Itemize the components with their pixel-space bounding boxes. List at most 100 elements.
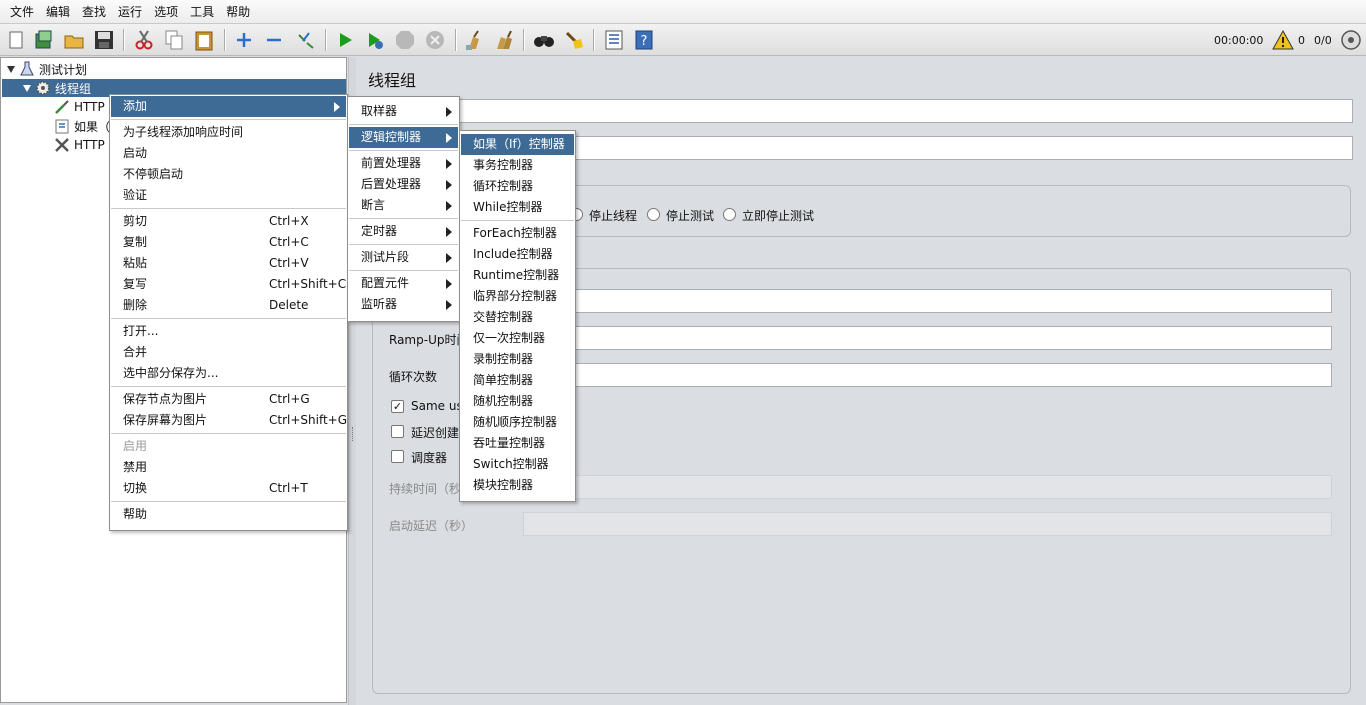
context-menu-add[interactable]: 添加 bbox=[111, 96, 346, 117]
loop-count-field[interactable] bbox=[523, 363, 1332, 387]
name-field[interactable] bbox=[457, 99, 1353, 123]
tree-node-if-controller[interactable]: 如果（ bbox=[54, 117, 110, 135]
tree-node-http-request[interactable]: HTTP bbox=[54, 136, 105, 154]
menu-item-shortcut: Ctrl+X bbox=[269, 214, 309, 228]
context-menu-remove[interactable]: 删除 Delete bbox=[111, 295, 346, 316]
logic-menu-if-controller[interactable]: 如果（If）控制器 bbox=[461, 134, 574, 155]
logic-menu-critical-section-controller[interactable]: 临界部分控制器 bbox=[461, 286, 574, 307]
logic-menu-interleave-controller[interactable]: 交替控制器 bbox=[461, 307, 574, 328]
same-user-checkbox[interactable]: ✓ bbox=[391, 400, 404, 413]
duration-field[interactable] bbox=[523, 475, 1332, 499]
menu-item-label: Switch控制器 bbox=[473, 457, 549, 471]
search-icon[interactable] bbox=[532, 28, 556, 52]
gear-icon bbox=[36, 81, 50, 95]
menu-item-label: 后置处理器 bbox=[361, 177, 422, 191]
context-menu-cut[interactable]: 剪切 Ctrl+X bbox=[111, 211, 346, 232]
collapse-icon[interactable] bbox=[262, 28, 286, 52]
logic-menu-recording-controller[interactable]: 录制控制器 bbox=[461, 349, 574, 370]
context-menu-add-think-times[interactable]: 为子线程添加响应时间 bbox=[111, 122, 346, 143]
warning-icon[interactable] bbox=[1271, 28, 1295, 52]
logic-menu-transaction-controller[interactable]: 事务控制器 bbox=[461, 155, 574, 176]
add-menu-config-element[interactable]: 配置元件 bbox=[349, 273, 458, 294]
logic-menu-while-controller[interactable]: While控制器 bbox=[461, 197, 574, 218]
add-menu-test-fragment[interactable]: 测试片段 bbox=[349, 247, 458, 268]
context-menu-validate[interactable]: 验证 bbox=[111, 185, 346, 206]
comments-field[interactable] bbox=[457, 136, 1353, 160]
logic-menu-random-controller[interactable]: 随机控制器 bbox=[461, 391, 574, 412]
expand-arrow-icon[interactable] bbox=[7, 65, 15, 73]
submenu-arrow-icon bbox=[446, 159, 452, 169]
start-icon[interactable] bbox=[333, 28, 357, 52]
function-helper-icon[interactable] bbox=[602, 28, 626, 52]
rampup-field[interactable] bbox=[523, 326, 1332, 350]
context-menu-merge[interactable]: 合并 bbox=[111, 342, 346, 363]
shutdown-icon[interactable] bbox=[423, 28, 447, 52]
add-menu-sampler[interactable]: 取样器 bbox=[349, 101, 458, 122]
menu-file[interactable]: 文件 bbox=[4, 0, 40, 24]
start-no-pause-icon[interactable] bbox=[363, 28, 387, 52]
add-menu-assertions[interactable]: 断言 bbox=[349, 195, 458, 216]
radio-stop-test-now[interactable] bbox=[723, 208, 736, 221]
logic-menu-loop-controller[interactable]: 循环控制器 bbox=[461, 176, 574, 197]
menu-item-shortcut: Ctrl+Shift+G bbox=[269, 413, 348, 427]
logic-menu-include-controller[interactable]: Include控制器 bbox=[461, 244, 574, 265]
context-menu-duplicate[interactable]: 复写 Ctrl+Shift+C bbox=[111, 274, 346, 295]
menu-options[interactable]: 选项 bbox=[148, 0, 184, 24]
save-icon[interactable] bbox=[92, 28, 116, 52]
menu-tools[interactable]: 工具 bbox=[184, 0, 220, 24]
menu-search[interactable]: 查找 bbox=[76, 0, 112, 24]
paste-icon[interactable] bbox=[192, 28, 216, 52]
reset-search-icon[interactable] bbox=[562, 28, 586, 52]
scheduler-checkbox[interactable] bbox=[391, 450, 404, 463]
context-menu-start-no-pauses[interactable]: 不停顿启动 bbox=[111, 164, 346, 185]
expand-arrow-icon[interactable] bbox=[23, 84, 31, 92]
clear-icon[interactable] bbox=[462, 28, 486, 52]
expand-icon[interactable] bbox=[232, 28, 256, 52]
add-menu-logic-controller[interactable]: 逻辑控制器 bbox=[349, 127, 458, 148]
context-menu-paste[interactable]: 粘贴 Ctrl+V bbox=[111, 253, 346, 274]
thread-count-field[interactable] bbox=[523, 289, 1332, 313]
logic-menu-once-only-controller[interactable]: 仅一次控制器 bbox=[461, 328, 574, 349]
menu-edit[interactable]: 编辑 bbox=[40, 0, 76, 24]
logic-menu-random-order-controller[interactable]: 随机顺序控制器 bbox=[461, 412, 574, 433]
templates-icon[interactable] bbox=[32, 28, 56, 52]
add-menu-timer[interactable]: 定时器 bbox=[349, 221, 458, 242]
startup-delay-field[interactable] bbox=[523, 512, 1332, 536]
logic-menu-module-controller[interactable]: 模块控制器 bbox=[461, 475, 574, 496]
radio-stop-test[interactable] bbox=[647, 208, 660, 221]
add-menu-pre-processors[interactable]: 前置处理器 bbox=[349, 153, 458, 174]
logic-menu-simple-controller[interactable]: 简单控制器 bbox=[461, 370, 574, 391]
context-menu-help[interactable]: 帮助 bbox=[111, 504, 346, 525]
context-menu-start[interactable]: 启动 bbox=[111, 143, 346, 164]
remote-status-icon[interactable] bbox=[1339, 28, 1363, 52]
toggle-icon[interactable] bbox=[294, 28, 318, 52]
context-menu-disable[interactable]: 禁用 bbox=[111, 457, 346, 478]
cut-icon[interactable] bbox=[132, 28, 156, 52]
add-menu-post-processors[interactable]: 后置处理器 bbox=[349, 174, 458, 195]
clear-all-icon[interactable] bbox=[492, 28, 516, 52]
menu-item-label: 测试片段 bbox=[361, 250, 410, 264]
open-icon[interactable] bbox=[62, 28, 86, 52]
copy-icon[interactable] bbox=[162, 28, 186, 52]
tree-node-label: HTTP bbox=[74, 100, 105, 114]
new-icon[interactable] bbox=[4, 28, 28, 52]
delay-create-checkbox[interactable] bbox=[391, 425, 404, 438]
help-icon[interactable]: ? bbox=[632, 28, 656, 52]
context-menu-save-selection-as[interactable]: 选中部分保存为... bbox=[111, 363, 346, 384]
logic-menu-runtime-controller[interactable]: Runtime控制器 bbox=[461, 265, 574, 286]
menu-help[interactable]: 帮助 bbox=[220, 0, 256, 24]
logic-menu-throughput-controller[interactable]: 吞吐量控制器 bbox=[461, 433, 574, 454]
context-menu-toggle[interactable]: 切换 Ctrl+T bbox=[111, 478, 346, 499]
context-menu-enable[interactable]: 启用 bbox=[111, 436, 346, 457]
add-menu-listener[interactable]: 监听器 bbox=[349, 294, 458, 315]
logic-menu-switch-controller[interactable]: Switch控制器 bbox=[461, 454, 574, 475]
tree-node-test-plan[interactable]: 测试计划 bbox=[7, 60, 87, 78]
context-menu-open[interactable]: 打开... bbox=[111, 321, 346, 342]
context-menu-copy[interactable]: 复制 Ctrl+C bbox=[111, 232, 346, 253]
logic-menu-foreach-controller[interactable]: ForEach控制器 bbox=[461, 223, 574, 244]
menu-run[interactable]: 运行 bbox=[112, 0, 148, 24]
tree-node-http-sampler[interactable]: HTTP bbox=[54, 98, 105, 116]
stop-icon[interactable] bbox=[393, 28, 417, 52]
context-menu-save-node-as-image[interactable]: 保存节点为图片 Ctrl+G bbox=[111, 389, 346, 410]
context-menu-save-screen-as-image[interactable]: 保存屏幕为图片 Ctrl+Shift+G bbox=[111, 410, 348, 431]
